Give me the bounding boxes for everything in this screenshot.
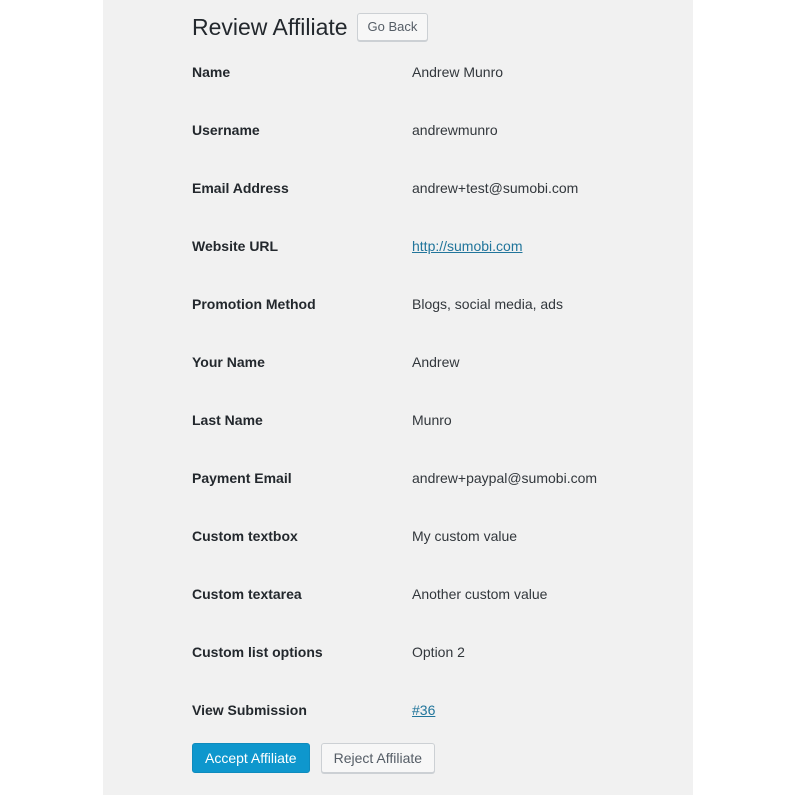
field-label: Your Name bbox=[192, 354, 265, 370]
field-label: Custom textarea bbox=[192, 586, 302, 602]
field-value: Munro bbox=[412, 412, 452, 428]
field-label: Name bbox=[192, 64, 231, 80]
field-value: http://sumobi.com bbox=[412, 235, 662, 256]
field-value: Option 2 bbox=[412, 644, 465, 660]
page-root: Review Affiliate Go Back Name Andrew Munr… bbox=[0, 0, 800, 795]
accept-affiliate-button[interactable]: Accept Affiliate bbox=[192, 743, 310, 773]
field-value-link[interactable]: #36 bbox=[412, 702, 435, 718]
field-row: Your Name Andrew bbox=[192, 351, 662, 409]
field-value: andrewmunro bbox=[412, 122, 498, 138]
go-back-button[interactable]: Go Back bbox=[356, 13, 429, 41]
field-value: My custom value bbox=[412, 528, 518, 544]
field-row: Custom textbox My custom value bbox=[192, 525, 662, 583]
field-value: Andrew Munro bbox=[412, 64, 504, 80]
field-value: andrew+paypal@sumobi.com bbox=[412, 470, 598, 486]
content-area: Review Affiliate Go Back Name Andrew Munr… bbox=[103, 0, 693, 795]
field-value: Andrew bbox=[412, 354, 460, 370]
field-row: Last Name Munro bbox=[192, 409, 662, 467]
field-value: Another custom value bbox=[412, 586, 548, 602]
field-row: Email Address andrew+test@sumobi.com bbox=[192, 177, 662, 235]
page-header: Review Affiliate Go Back bbox=[192, 0, 662, 48]
field-value-link[interactable]: http://sumobi.com bbox=[412, 238, 523, 254]
field-row: Promotion Method Blogs, social media, ads bbox=[192, 293, 662, 351]
field-label: Custom textbox bbox=[192, 528, 298, 544]
reject-affiliate-button[interactable]: Reject Affiliate bbox=[320, 743, 436, 773]
field-row: Username andrewmunro bbox=[192, 119, 662, 177]
field-value: andrew+test@sumobi.com bbox=[412, 180, 579, 196]
field-row: Website URL http://sumobi.com bbox=[192, 235, 662, 293]
review-affiliate-panel: Review Affiliate Go Back Name Andrew Munr… bbox=[192, 0, 662, 773]
field-row: Payment Email andrew+paypal@sumobi.com bbox=[192, 467, 662, 525]
affiliate-details-list: Name Andrew Munro Username andrewmunro Email… bbox=[192, 61, 662, 757]
field-label: Custom list options bbox=[192, 644, 323, 660]
field-label: Promotion Method bbox=[192, 296, 316, 312]
field-label: Website URL bbox=[192, 238, 279, 254]
action-buttons: Accept Affiliate Reject Affiliate bbox=[192, 743, 662, 773]
field-label: Last Name bbox=[192, 412, 263, 428]
field-value: #36 bbox=[412, 699, 662, 720]
field-label: Email Address bbox=[192, 180, 289, 196]
field-row: Custom textarea Another custom value bbox=[192, 583, 662, 641]
page-title: Review Affiliate bbox=[192, 13, 348, 40]
field-label: View Submission bbox=[192, 702, 307, 718]
field-label: Username bbox=[192, 122, 260, 138]
field-label: Payment Email bbox=[192, 470, 292, 486]
field-row: Custom list options Option 2 bbox=[192, 641, 662, 699]
field-value: Blogs, social media, ads bbox=[412, 296, 563, 312]
field-row: Name Andrew Munro bbox=[192, 61, 662, 119]
